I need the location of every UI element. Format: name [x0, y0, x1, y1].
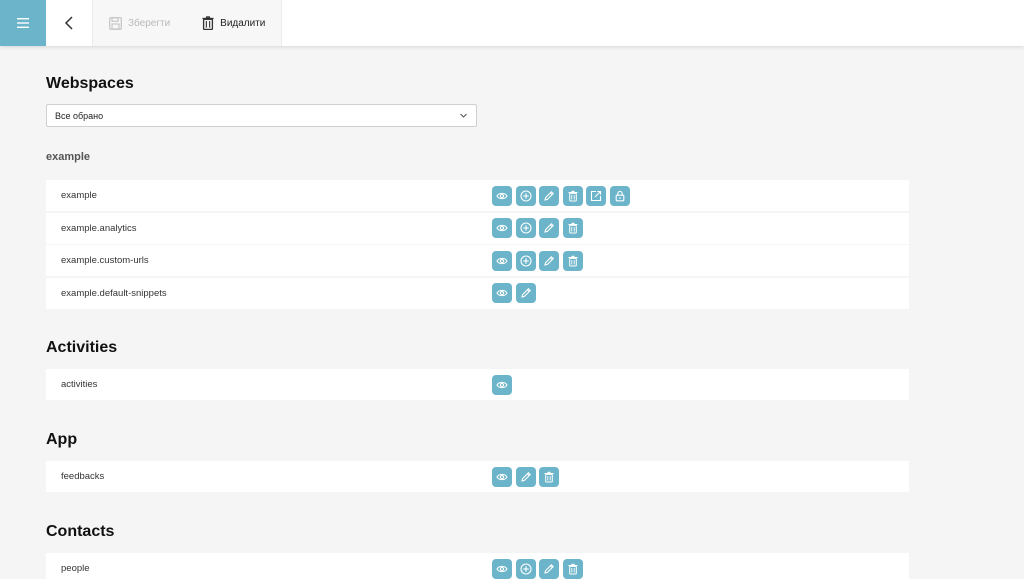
trash-permission-button[interactable] — [562, 558, 583, 579]
plus-circle-icon — [519, 254, 532, 267]
permission-actions — [492, 374, 512, 395]
pencil-permission-button[interactable] — [515, 466, 536, 487]
permission-actions — [492, 218, 583, 238]
eye-icon — [496, 222, 508, 234]
delete-button[interactable]: Видалити — [200, 0, 267, 46]
save-button[interactable]: Зберегти — [107, 0, 172, 46]
save-label: Зберегти — [128, 17, 171, 29]
trash-icon — [567, 255, 579, 267]
pencil-icon — [520, 471, 532, 483]
chevron-left-icon — [64, 16, 73, 30]
eye-permission-button[interactable] — [492, 218, 512, 238]
plus-circle-permission-button[interactable] — [515, 185, 536, 206]
trash-permission-button[interactable] — [562, 185, 583, 206]
plus-circle-permission-button[interactable] — [515, 218, 536, 238]
permission-label: example — [61, 190, 97, 201]
permission-label: activities — [61, 379, 98, 390]
plus-circle-icon — [519, 222, 532, 234]
trash-permission-button[interactable] — [562, 218, 583, 238]
permission-label: example.custom-urls — [61, 255, 149, 266]
floppy-disk-icon — [109, 16, 122, 30]
section-title-activities: Activities — [46, 339, 118, 356]
back-button[interactable] — [46, 0, 92, 46]
lock-icon — [614, 190, 626, 202]
permission-actions — [492, 185, 630, 206]
trash-icon — [202, 16, 214, 30]
menu-button[interactable] — [0, 0, 46, 46]
trash-icon — [543, 471, 555, 483]
plus-circle-permission-button[interactable] — [515, 558, 536, 579]
trash-permission-button[interactable] — [539, 466, 559, 487]
section-title-contacts: Contacts — [46, 523, 115, 540]
permission-row: example.custom-urls — [46, 245, 909, 276]
pencil-icon — [543, 255, 555, 267]
permission-label: example.analytics — [61, 222, 137, 234]
permission-actions — [492, 283, 536, 303]
trash-icon — [567, 190, 579, 202]
pencil-icon — [543, 222, 555, 234]
section-title-app: App — [46, 431, 78, 448]
pencil-permission-button[interactable] — [539, 185, 559, 206]
chevron-down-icon — [460, 113, 467, 118]
permission-label: people — [61, 563, 90, 574]
eye-permission-button[interactable] — [492, 558, 512, 579]
permission-row: example — [46, 180, 909, 211]
permission-row: example.default-snippets — [46, 277, 909, 309]
export-icon — [590, 190, 602, 202]
permission-row: example.analytics — [46, 212, 909, 244]
hamburger-icon — [17, 18, 29, 28]
plus-circle-permission-button[interactable] — [515, 250, 536, 271]
permission-row: activities — [46, 369, 909, 400]
eye-permission-button[interactable] — [492, 374, 512, 395]
trash-permission-button[interactable] — [562, 250, 583, 271]
eye-icon — [496, 190, 508, 202]
lock-permission-button[interactable] — [609, 185, 630, 206]
plus-circle-icon — [519, 562, 532, 575]
pencil-permission-button[interactable] — [539, 558, 559, 579]
permission-label: feedbacks — [61, 471, 105, 482]
eye-permission-button[interactable] — [492, 466, 512, 487]
eye-icon — [496, 379, 508, 391]
plus-circle-icon — [519, 189, 532, 202]
eye-permission-button[interactable] — [492, 250, 512, 271]
subsection-title-example: example — [46, 151, 91, 163]
permission-actions — [492, 558, 583, 579]
eye-icon — [496, 255, 508, 267]
webspace-select-value: Все обрано — [55, 110, 104, 121]
pencil-icon — [543, 190, 555, 202]
pencil-permission-button[interactable] — [515, 283, 536, 303]
permission-row: people — [46, 553, 909, 579]
section-title-webspaces: Webspaces — [46, 75, 134, 92]
eye-icon — [496, 471, 508, 483]
pencil-permission-button[interactable] — [539, 218, 559, 238]
eye-icon — [496, 563, 508, 575]
eye-permission-button[interactable] — [492, 185, 512, 206]
toolbar: Зберегти Видалити — [0, 0, 1024, 46]
eye-icon — [496, 287, 508, 299]
eye-permission-button[interactable] — [492, 283, 512, 303]
trash-icon — [567, 222, 579, 234]
permission-label: example.default-snippets — [61, 287, 167, 299]
webspace-select[interactable]: Все обрано — [46, 104, 477, 127]
pencil-permission-button[interactable] — [539, 250, 559, 271]
delete-label: Видалити — [220, 17, 266, 29]
trash-icon — [567, 563, 579, 575]
export-permission-button[interactable] — [586, 185, 606, 206]
pencil-icon — [543, 563, 555, 575]
pencil-icon — [520, 287, 532, 299]
permission-actions — [492, 466, 559, 487]
permission-actions — [492, 250, 583, 271]
toolbar-actions: Зберегти Видалити — [92, 0, 283, 46]
permission-row: feedbacks — [46, 461, 909, 492]
